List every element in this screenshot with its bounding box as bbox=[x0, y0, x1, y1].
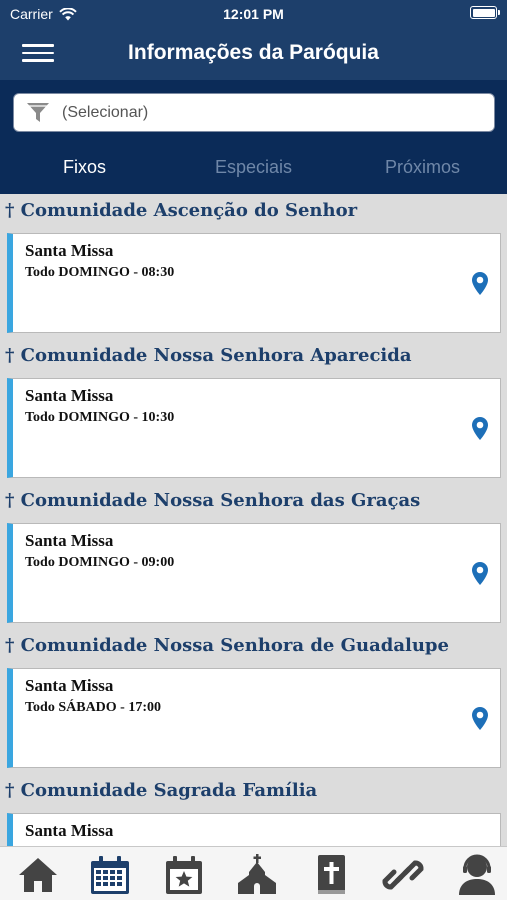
event-schedule: Todo DOMINGO - 08:30 bbox=[25, 265, 175, 280]
status-bar: Carrier 12:01 PM bbox=[0, 0, 507, 28]
map-pin-icon[interactable] bbox=[471, 706, 489, 731]
filter-select[interactable]: (Selecionar) bbox=[13, 93, 495, 132]
event-schedule: Todo DOMINGO - 10:30 bbox=[25, 410, 175, 425]
section-title: † Comunidade Ascenção do Senhor bbox=[5, 200, 358, 221]
event-card[interactable]: Santa Missa Todo DOMINGO - 09:00 bbox=[7, 523, 501, 623]
event-title: Santa Missa bbox=[25, 241, 114, 260]
page-title: Informações da Paróquia bbox=[128, 41, 379, 64]
calendar-icon[interactable] bbox=[88, 853, 132, 897]
events-calendar-icon[interactable] bbox=[162, 853, 206, 897]
section-title: † Comunidade Sagrada Família bbox=[5, 780, 318, 801]
event-title: Santa Missa bbox=[25, 386, 114, 405]
filter-placeholder: (Selecionar) bbox=[62, 103, 149, 121]
event-schedule: Todo SÁBADO - 17:00 bbox=[25, 700, 162, 715]
event-title: Santa Missa bbox=[25, 821, 114, 840]
tab-especiais[interactable]: Especiais bbox=[169, 144, 338, 194]
map-pin-icon[interactable] bbox=[471, 416, 489, 441]
segment-tabs: Fixos Especiais Próximos bbox=[0, 144, 507, 194]
map-pin-icon[interactable] bbox=[471, 271, 489, 296]
section-title: † Comunidade Nossa Senhora de Guadalupe bbox=[5, 635, 449, 656]
event-title: Santa Missa bbox=[25, 676, 114, 695]
event-card[interactable]: Santa Missa bbox=[7, 813, 501, 846]
event-schedule: Todo DOMINGO - 09:00 bbox=[25, 555, 175, 570]
event-title: Santa Missa bbox=[25, 531, 114, 550]
contact-person-icon[interactable] bbox=[455, 853, 499, 897]
link-icon[interactable] bbox=[381, 853, 425, 897]
filter-area: (Selecionar) bbox=[0, 80, 507, 144]
section-title: † Comunidade Nossa Senhora das Graças bbox=[5, 490, 421, 511]
tab-fixos[interactable]: Fixos bbox=[0, 144, 169, 194]
event-card[interactable]: Santa Missa Todo SÁBADO - 17:00 bbox=[7, 668, 501, 768]
home-icon[interactable] bbox=[16, 853, 60, 897]
bottom-tab-bar bbox=[0, 846, 507, 900]
event-card[interactable]: Santa Missa Todo DOMINGO - 08:30 bbox=[7, 233, 501, 333]
filter-funnel-icon bbox=[27, 102, 49, 122]
battery-icon bbox=[470, 6, 500, 19]
events-list[interactable]: † Comunidade Ascenção do Senhor Santa Mi… bbox=[0, 194, 507, 846]
church-icon[interactable] bbox=[235, 853, 279, 897]
tab-proximos[interactable]: Próximos bbox=[338, 144, 507, 194]
event-card[interactable]: Santa Missa Todo DOMINGO - 10:30 bbox=[7, 378, 501, 478]
map-pin-icon[interactable] bbox=[471, 561, 489, 586]
status-time: 12:01 PM bbox=[223, 6, 284, 22]
section-title: † Comunidade Nossa Senhora Aparecida bbox=[5, 345, 412, 366]
navigation-bar: Informações da Paróquia bbox=[0, 28, 507, 80]
bible-icon[interactable] bbox=[309, 853, 353, 897]
